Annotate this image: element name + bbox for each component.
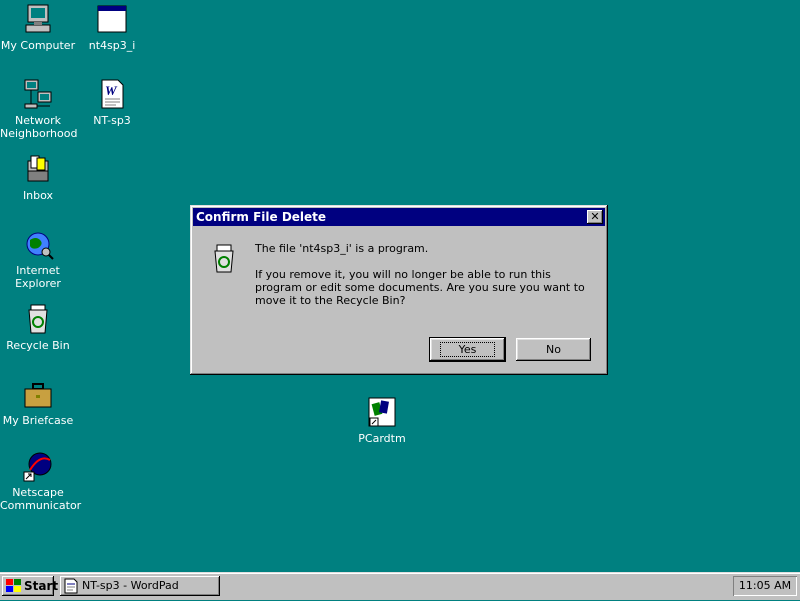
my-computer-icon (22, 3, 54, 35)
network-neighborhood-icon (22, 78, 54, 110)
start-button[interactable]: Start (2, 576, 58, 599)
windows-logo-icon (6, 579, 21, 599)
clock-time: 11:05 AM (738, 579, 792, 592)
desktop-icon-nt4sp3-i[interactable]: nt4sp3_i (74, 3, 150, 52)
desktop-icon-nt-sp3[interactable]: W NT-sp3 (74, 78, 150, 127)
message-line-2: If you remove it, you will no longer be … (255, 268, 585, 307)
wordpad-icon (64, 578, 78, 601)
no-button-label: No (546, 343, 561, 356)
system-tray-clock[interactable]: 11:05 AM (733, 576, 797, 596)
desktop-icon-label: Inbox (22, 189, 54, 202)
no-button[interactable]: No (516, 338, 591, 361)
desktop-icon-label: Netscape Communicator (0, 486, 82, 512)
yes-button[interactable]: Yes (429, 337, 506, 362)
taskbar-button-label: NT-sp3 - WordPad (82, 579, 179, 592)
desktop-icon-label: Recycle Bin (6, 339, 70, 352)
taskbar-button-wordpad[interactable]: NT-sp3 - WordPad (60, 576, 220, 596)
recycle-bin-icon (208, 242, 240, 274)
inbox-icon (22, 153, 54, 185)
dialog-title: Confirm File Delete (196, 210, 327, 224)
message-line-1: The file 'nt4sp3_i' is a program. (255, 242, 429, 255)
start-label: Start (24, 579, 59, 593)
desktop-icon-label: Internet Explorer (15, 264, 61, 290)
yes-button-label: Yes (439, 342, 496, 357)
confirm-file-delete-dialog: Confirm File Delete ✕ The file 'nt4sp3_i… (190, 205, 608, 375)
desktop-icon-label: nt4sp3_i (88, 39, 136, 52)
taskbar: Start NT-sp3 - WordPad 11:05 AM (0, 572, 800, 600)
dialog-message: The file 'nt4sp3_i' is a program. If you… (255, 242, 590, 320)
desktop-icon-label: NT-sp3 (93, 114, 131, 127)
internet-explorer-icon (22, 228, 54, 260)
pcard-shortcut-icon (366, 396, 398, 428)
desktop-icon-label: Network Neighborhood (0, 114, 78, 140)
program-window-icon (96, 3, 128, 35)
desktop-icon-my-computer[interactable]: My Computer (0, 3, 76, 52)
briefcase-icon (22, 378, 54, 410)
desktop-icon-netscape-communicator[interactable]: Netscape Communicator (0, 450, 82, 512)
desktop-icon-pcardtm[interactable]: PCardtm (344, 396, 420, 445)
desktop-icon-network-neighborhood[interactable]: Network Neighborhood (0, 78, 78, 140)
desktop-icon-internet-explorer[interactable]: Internet Explorer (0, 228, 76, 290)
desktop-icon-my-briefcase[interactable]: My Briefcase (0, 378, 76, 427)
netscape-icon (22, 450, 54, 482)
desktop-icon-label: PCardtm (358, 432, 406, 445)
dialog-titlebar[interactable]: Confirm File Delete ✕ (193, 208, 605, 226)
desktop-icon-recycle-bin[interactable]: Recycle Bin (0, 303, 76, 352)
desktop-icon-label: My Briefcase (2, 414, 74, 427)
desktop-icon-inbox[interactable]: Inbox (0, 153, 76, 202)
close-button[interactable]: ✕ (587, 210, 603, 224)
svg-text:W: W (105, 83, 118, 98)
desktop-icon-label: My Computer (0, 39, 76, 52)
recycle-bin-icon (22, 303, 54, 335)
wordpad-document-icon: W (96, 78, 128, 110)
close-icon: ✕ (590, 210, 600, 223)
